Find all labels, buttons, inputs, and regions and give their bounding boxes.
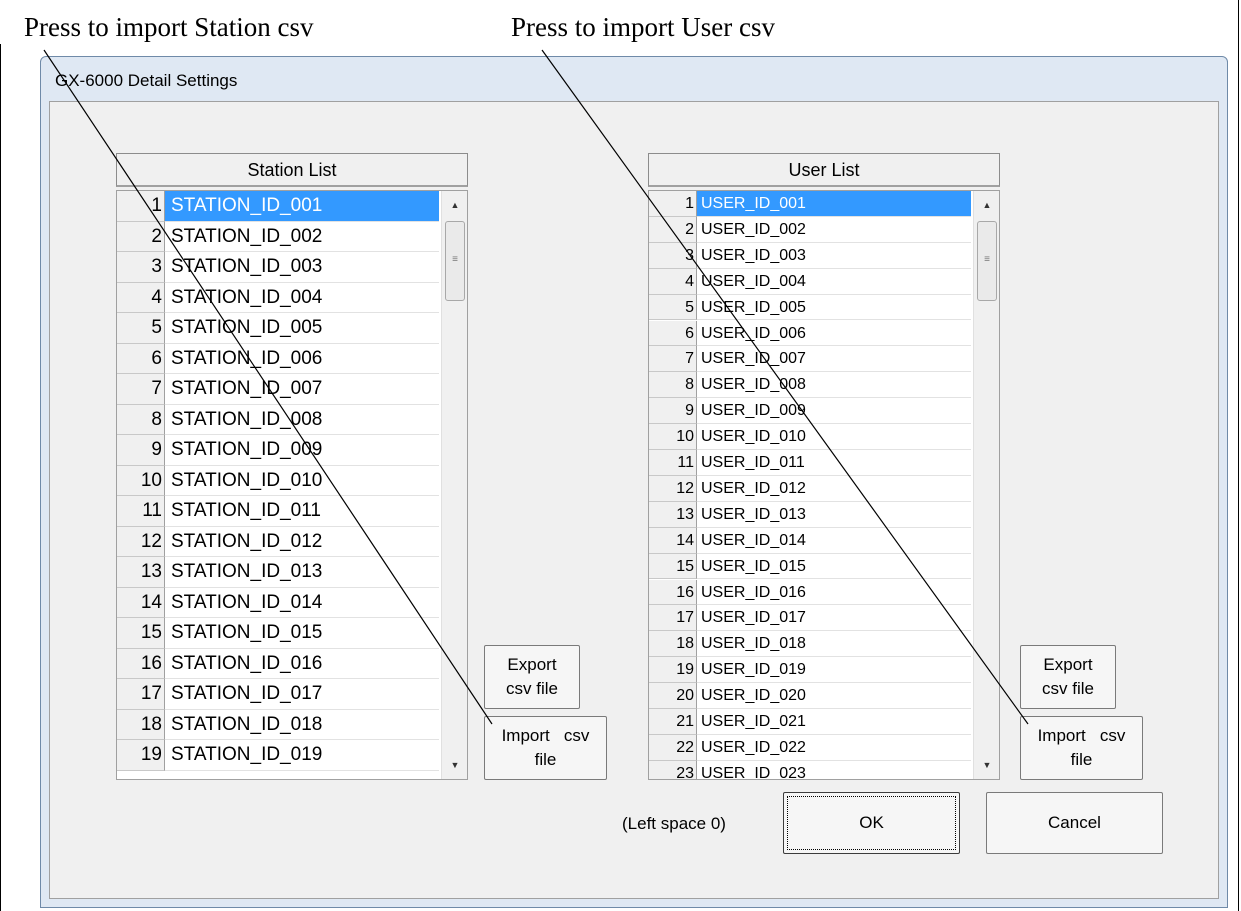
- user-callout-leader-line: [541, 49, 1029, 725]
- station-callout-leader-line: [43, 49, 493, 725]
- callout-leader-lines: [43, 49, 1029, 725]
